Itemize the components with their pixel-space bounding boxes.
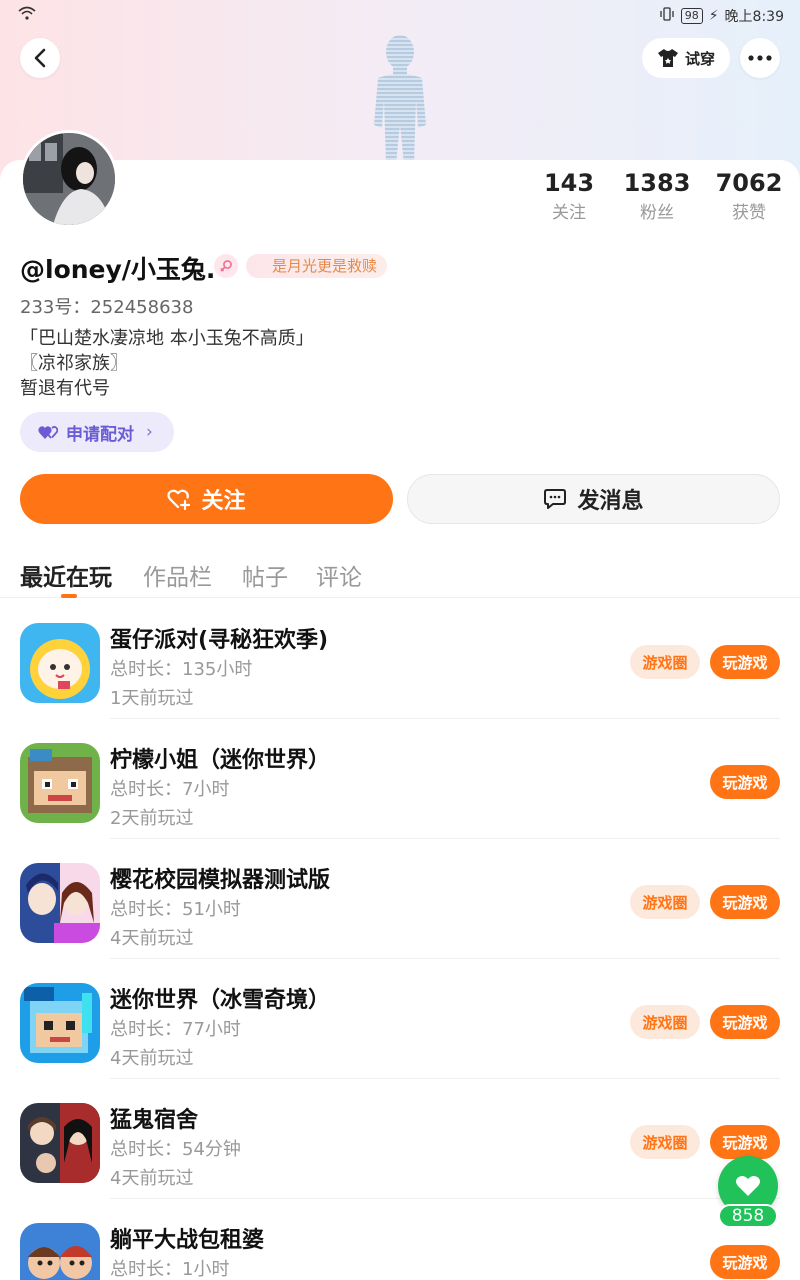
bio-line: 暂退有代号	[20, 378, 110, 399]
female-gender-icon	[214, 254, 238, 278]
tab-comments[interactable]: 评论	[316, 558, 362, 592]
list-item[interactable]: 猛鬼宿舍 总时长：54分钟 4天前玩过 游戏圈 玩游戏	[0, 1079, 800, 1199]
message-button[interactable]: 发消息	[407, 474, 780, 524]
game-icon-eggy-party[interactable]	[20, 623, 100, 703]
hearts-icon	[38, 426, 58, 439]
profile-stats: 143 关注 1383 粉丝 7062 获赞	[520, 168, 800, 228]
stat-followers[interactable]: 1383 粉丝	[612, 168, 702, 228]
play-duration: 总时长：1小时	[110, 1259, 230, 1280]
vibrate-icon	[659, 7, 675, 25]
try-on-label: 试穿	[684, 49, 715, 68]
game-icon-sakura-school[interactable]	[20, 863, 100, 943]
follow-button[interactable]: 关注	[20, 474, 393, 524]
status-bar: 98 ⚡ 晚上8:39	[0, 0, 800, 30]
game-circle-button[interactable]: 游戏圈	[630, 645, 700, 679]
battery-indicator: 98	[680, 8, 703, 24]
last-played: 4天前玩过	[110, 1168, 194, 1189]
back-button[interactable]	[20, 38, 60, 78]
message-label: 发消息	[577, 489, 644, 514]
play-game-button[interactable]: 玩游戏	[710, 885, 780, 919]
list-item[interactable]: 迷你世界（冰雪奇境） 总时长：77小时 4天前玩过 游戏圈 玩游戏	[0, 959, 800, 1079]
tab-posts[interactable]: 帖子	[242, 558, 288, 592]
stat-following[interactable]: 143 关注	[524, 168, 614, 228]
play-game-button[interactable]: 玩游戏	[710, 1005, 780, 1039]
play-game-button[interactable]: 玩游戏	[710, 1125, 780, 1159]
more-button[interactable]	[740, 38, 780, 78]
more-dots-icon	[748, 55, 772, 61]
game-circle-button[interactable]: 游戏圈	[630, 885, 700, 919]
play-game-button[interactable]: 玩游戏	[710, 765, 780, 799]
game-name: 蛋仔派对(寻秘狂欢季)	[110, 628, 329, 653]
chat-bubble-icon	[544, 489, 567, 509]
apply-pair-button[interactable]: 申请配对 ›	[20, 412, 174, 452]
profile-tabs: 最近在玩 作品栏 帖子 评论	[0, 550, 800, 598]
stat-label: 粉丝	[640, 203, 674, 223]
list-item[interactable]: 柠檬小姐（迷你世界） 总时长：7小时 2天前玩过 玩游戏	[0, 719, 800, 839]
user-id: 233号：252458638	[20, 297, 194, 318]
apply-pair-label: 申请配对	[66, 424, 134, 445]
chevron-left-icon	[34, 48, 46, 68]
clock: 晚上8:39	[724, 9, 784, 25]
game-icon-haunted-dorm[interactable]	[20, 1103, 100, 1183]
shirt-icon	[657, 49, 678, 67]
last-played: 2天前玩过	[110, 808, 194, 829]
follow-label: 关注	[201, 489, 246, 514]
game-name: 躺平大战包租婆	[110, 1228, 265, 1253]
last-played: 4天前玩过	[110, 928, 194, 949]
heart-plus-icon	[167, 489, 191, 510]
list-item[interactable]: 躺平大战包租婆 总时长：1小时 玩游戏	[0, 1199, 800, 1280]
active-tab-indicator	[61, 594, 77, 598]
game-name: 猛鬼宿舍	[110, 1108, 199, 1133]
stat-value: 1383	[623, 169, 691, 197]
game-circle-button[interactable]: 游戏圈	[630, 1005, 700, 1039]
list-item[interactable]: 樱花校园模拟器测试版 总时长：51小时 4天前玩过 游戏圈 玩游戏	[0, 839, 800, 959]
game-icon-mini-world-ice[interactable]	[20, 983, 100, 1063]
game-circle-button[interactable]: 游戏圈	[630, 1125, 700, 1159]
stat-label: 获赞	[732, 203, 766, 223]
tab-recent-games[interactable]: 最近在玩	[20, 558, 112, 592]
chevron-right-icon: ›	[146, 422, 153, 442]
wifi-icon	[18, 6, 36, 24]
game-icon-mini-world-lemon[interactable]	[20, 743, 100, 823]
stat-label: 关注	[552, 203, 586, 223]
nickname: @loney/小玉兔.	[20, 255, 216, 284]
game-name: 柠檬小姐（迷你世界）	[110, 748, 331, 773]
last-played: 4天前玩过	[110, 1048, 194, 1069]
play-duration: 总时长：77小时	[110, 1019, 241, 1040]
title-badge[interactable]: 是月光更是救赎	[246, 254, 388, 278]
dress-up-figure-image	[374, 35, 426, 165]
game-name: 迷你世界（冰雪奇境）	[110, 988, 331, 1013]
play-duration: 总时长：51小时	[110, 899, 241, 920]
play-game-button[interactable]: 玩游戏	[710, 1245, 780, 1279]
title-badge-text: 是月光更是救赎	[272, 257, 378, 275]
play-duration: 总时长：135小时	[110, 659, 253, 680]
stat-likes[interactable]: 7062 获赞	[704, 168, 794, 228]
last-played: 1天前玩过	[110, 688, 194, 709]
play-duration: 总时长：54分钟	[110, 1139, 241, 1160]
like-count-badge: 858	[718, 1204, 778, 1228]
game-name: 樱花校园模拟器测试版	[110, 868, 331, 893]
play-game-button[interactable]: 玩游戏	[710, 645, 780, 679]
heart-icon	[736, 1176, 760, 1196]
bio-line: 〖凉祁家族〗	[20, 353, 128, 374]
charging-icon: ⚡	[708, 8, 719, 24]
tab-works[interactable]: 作品栏	[143, 558, 212, 592]
avatar[interactable]	[20, 130, 118, 228]
stat-value: 143	[543, 169, 595, 197]
try-on-button[interactable]: 试穿	[642, 38, 730, 78]
bio-line: 「巴山楚水凄凉地 本小玉兔不高质」	[20, 328, 314, 349]
list-item[interactable]: 蛋仔派对(寻秘狂欢季) 总时长：135小时 1天前玩过 游戏圈 玩游戏	[0, 599, 800, 719]
game-icon-lie-flat-landlady[interactable]	[20, 1223, 100, 1280]
bio: 「巴山楚水凄凉地 本小玉兔不高质」 〖凉祁家族〗 暂退有代号	[20, 326, 314, 401]
play-duration: 总时长：7小时	[110, 779, 230, 800]
stat-value: 7062	[715, 169, 783, 197]
